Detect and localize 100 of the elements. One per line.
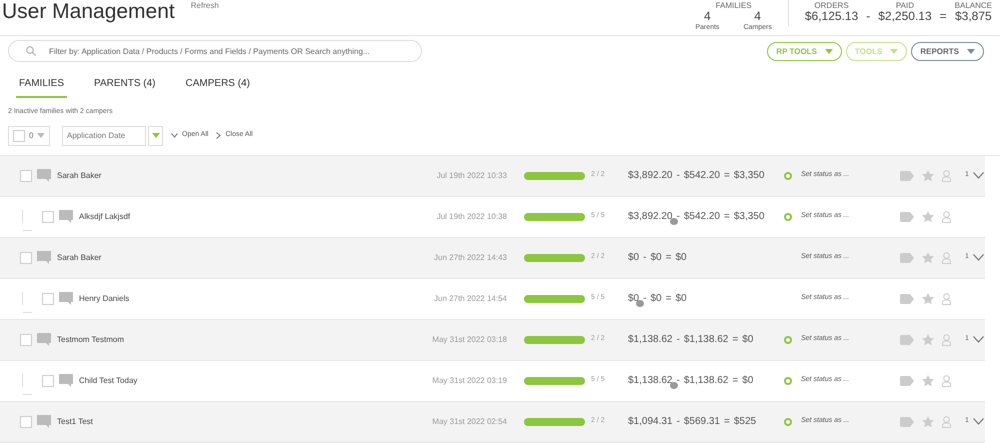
balance-amount: $0 xyxy=(742,374,754,388)
tag-icon[interactable] xyxy=(900,376,914,386)
select-all-dropdown[interactable]: 0 xyxy=(8,126,50,146)
checkbox[interactable] xyxy=(20,170,32,182)
checkbox[interactable] xyxy=(42,374,54,386)
comment-icon[interactable] xyxy=(37,251,51,264)
paid-amount: $542.20 xyxy=(684,210,720,224)
application-date: Jul 19th 2022 10:33 xyxy=(436,170,507,182)
comment-icon[interactable] xyxy=(59,210,73,223)
caret-icon xyxy=(152,133,160,138)
application-date: May 31st 2022 03:19 xyxy=(432,374,507,386)
person-icon[interactable] xyxy=(942,416,951,428)
person-icon[interactable] xyxy=(942,374,951,386)
paid-amount: $569.31 xyxy=(684,415,720,429)
chevron-down-icon xyxy=(972,418,984,425)
checkbox[interactable] xyxy=(20,416,32,428)
chevron-down-icon xyxy=(972,254,984,261)
chevron-down-icon xyxy=(171,133,178,138)
person-name[interactable]: Test1 Test xyxy=(57,416,93,428)
minus-sign: - xyxy=(676,210,680,224)
orders-amount: $3,892.20 xyxy=(628,169,672,183)
star-icon[interactable] xyxy=(922,334,934,346)
selected-count: 0 xyxy=(29,130,34,142)
orders-amount: $1,138.62 xyxy=(628,373,672,388)
orders-amount: $0 xyxy=(628,291,640,306)
person-name[interactable]: Alksdjf Lakjsdf xyxy=(79,210,130,222)
person-icon[interactable] xyxy=(942,252,951,264)
tab[interactable]: FAMILIES xyxy=(16,76,68,98)
balance-amount: $3,350 xyxy=(734,210,764,224)
tag-icon[interactable] xyxy=(900,170,914,180)
comment-icon[interactable] xyxy=(59,374,73,387)
minus-sign: - xyxy=(866,10,870,23)
caret-icon xyxy=(890,48,898,54)
equals-sign: = xyxy=(724,210,730,224)
person-icon[interactable] xyxy=(942,292,951,304)
stat-value: 4 xyxy=(704,10,711,23)
star-icon[interactable] xyxy=(922,416,934,428)
person-name[interactable]: Sarah Baker xyxy=(57,252,102,264)
tag-icon[interactable] xyxy=(900,252,914,262)
stat-label: PAID xyxy=(896,1,914,10)
star-icon[interactable] xyxy=(922,210,934,222)
equals-sign: = xyxy=(666,251,672,265)
checkbox[interactable] xyxy=(20,334,32,346)
stat-label: BALANCE xyxy=(954,1,992,10)
stat-value: $2,250.13 xyxy=(878,10,932,23)
tag-icon[interactable] xyxy=(900,294,914,304)
stat-label: FAMILIES xyxy=(716,1,752,10)
balance-amount: $0 xyxy=(675,292,687,306)
equals-sign: = xyxy=(940,10,947,23)
tag-icon[interactable] xyxy=(900,334,914,344)
search-field[interactable]: Filter by: Application Data / Products / Forms and Fields / Payments OR Search anything... xyxy=(8,40,422,62)
equals-sign: = xyxy=(724,415,730,429)
checkbox[interactable] xyxy=(20,252,32,264)
tag-icon[interactable] xyxy=(900,416,914,426)
comment-icon[interactable] xyxy=(59,292,73,305)
sort-dropdown-button[interactable] xyxy=(148,126,163,146)
equals-sign: = xyxy=(732,374,738,388)
tab[interactable]: CAMPERS (4) xyxy=(182,76,253,98)
minus-sign: - xyxy=(643,292,646,306)
person-name[interactable]: Child Test Today xyxy=(79,374,138,386)
chevron-down-icon xyxy=(972,172,984,179)
stat-value: $6,125.13 xyxy=(804,10,858,23)
balance-amount: $525 xyxy=(734,415,756,429)
refresh-link[interactable]: Refresh xyxy=(190,0,219,12)
tag-icon[interactable] xyxy=(900,212,914,222)
sort-select[interactable]: Application Date xyxy=(62,126,146,146)
tab[interactable]: PARENTS (4) xyxy=(91,76,159,98)
person-name[interactable]: Testmom Testmom xyxy=(57,334,124,346)
stat-value: 4 xyxy=(754,10,761,23)
person-name[interactable]: Henry Daniels xyxy=(79,292,130,304)
person-icon[interactable] xyxy=(942,210,951,222)
minus-sign: - xyxy=(676,415,680,429)
star-icon[interactable] xyxy=(922,170,934,182)
person-name[interactable]: Sarah Baker xyxy=(57,170,102,182)
person-icon[interactable] xyxy=(942,170,951,182)
checkbox[interactable] xyxy=(13,130,25,142)
balance-amount: $0 xyxy=(675,251,687,265)
orders-amount: $1,138.62 xyxy=(628,333,672,347)
star-icon[interactable] xyxy=(922,292,934,304)
caret-icon xyxy=(824,48,833,54)
star-icon[interactable] xyxy=(922,252,934,264)
minus-sign: - xyxy=(643,251,646,265)
tools-dropdown-button[interactable]: REPORTS xyxy=(911,42,984,60)
checkbox[interactable] xyxy=(42,210,54,222)
minus-sign: - xyxy=(676,169,680,183)
stat-value: $3,875 xyxy=(954,10,992,23)
comment-icon[interactable] xyxy=(37,333,51,346)
orders-amount: $0 xyxy=(628,251,640,265)
star-icon[interactable] xyxy=(922,374,934,386)
application-date: May 31st 2022 02:54 xyxy=(432,416,507,428)
paid-amount: $0 xyxy=(650,292,662,306)
note-count-icon xyxy=(636,300,644,307)
comment-icon[interactable] xyxy=(37,415,51,428)
comment-icon[interactable] xyxy=(37,169,51,182)
search-icon xyxy=(26,46,36,56)
person-icon[interactable] xyxy=(942,334,951,346)
checkbox[interactable] xyxy=(42,292,54,304)
equals-sign: = xyxy=(666,292,672,306)
chevron-down-icon xyxy=(972,336,984,343)
paid-amount: $1,138.62 xyxy=(684,333,728,347)
